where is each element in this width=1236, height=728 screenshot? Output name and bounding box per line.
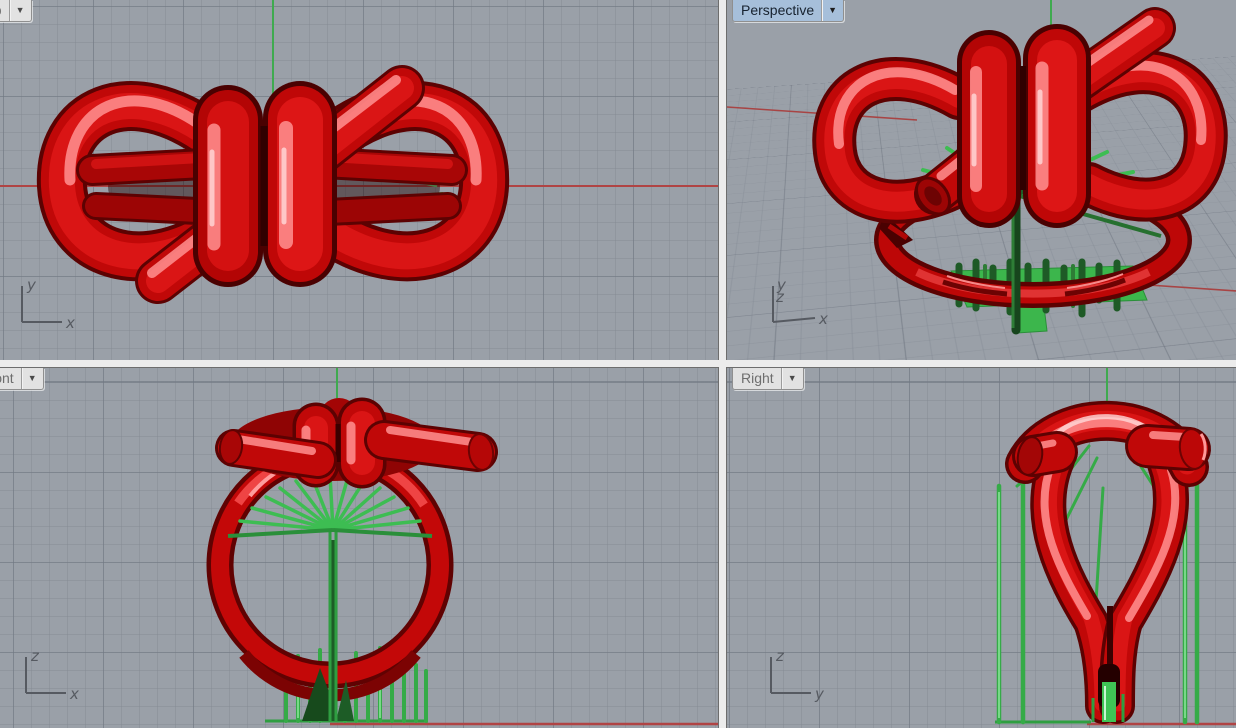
axis-label-horizontal: x: [65, 314, 75, 332]
axis-label-vertical: z: [775, 647, 785, 665]
viewport-front-canvas[interactable]: Front ▼ z x: [0, 367, 719, 728]
axis-label-vertical: z: [30, 647, 40, 665]
axis-gizmo-icon: z y: [761, 647, 825, 705]
viewport-title: Right: [733, 370, 781, 388]
viewport-tab-front[interactable]: Front ▼: [0, 368, 44, 390]
viewport-title: Top: [0, 2, 9, 20]
viewport-dropdown-icon[interactable]: ▼: [823, 5, 843, 16]
viewport-dropdown-icon[interactable]: ▼: [11, 5, 31, 16]
viewport-perspective-canvas[interactable]: Perspective ▼ y z x: [726, 0, 1236, 361]
axis-gizmo-icon: y x: [12, 276, 76, 334]
axis-label-horizontal: x: [818, 310, 828, 328]
cad-four-viewport-window: Top ▼ y x: [0, 0, 1236, 728]
viewport-top-canvas[interactable]: Top ▼ y x: [0, 0, 719, 361]
axis-label-vertical: y: [26, 276, 37, 294]
viewport-dropdown-icon[interactable]: ▼: [783, 373, 803, 384]
viewport-tab-perspective[interactable]: Perspective ▼: [732, 0, 844, 22]
axis-gizmo-icon: z x: [16, 647, 80, 705]
model-top-view: [0, 0, 718, 360]
viewport-tab-right[interactable]: Right ▼: [732, 368, 804, 390]
axis-label-vertical2: z: [775, 288, 785, 306]
viewport-splitter-horizontal[interactable]: [0, 360, 1236, 367]
viewport-right-canvas[interactable]: Right ▼ z y: [726, 367, 1236, 728]
axis-label-horizontal: x: [69, 685, 79, 703]
viewport-tab-top[interactable]: Top ▼: [0, 0, 32, 22]
axis-gizmo-icon: y z x: [761, 274, 831, 334]
viewport-title: Front: [0, 370, 21, 388]
viewport-title: Perspective: [733, 2, 821, 20]
axis-label-horizontal: y: [814, 685, 825, 703]
viewport-dropdown-icon[interactable]: ▼: [23, 373, 43, 384]
model-front-view: [0, 368, 718, 728]
